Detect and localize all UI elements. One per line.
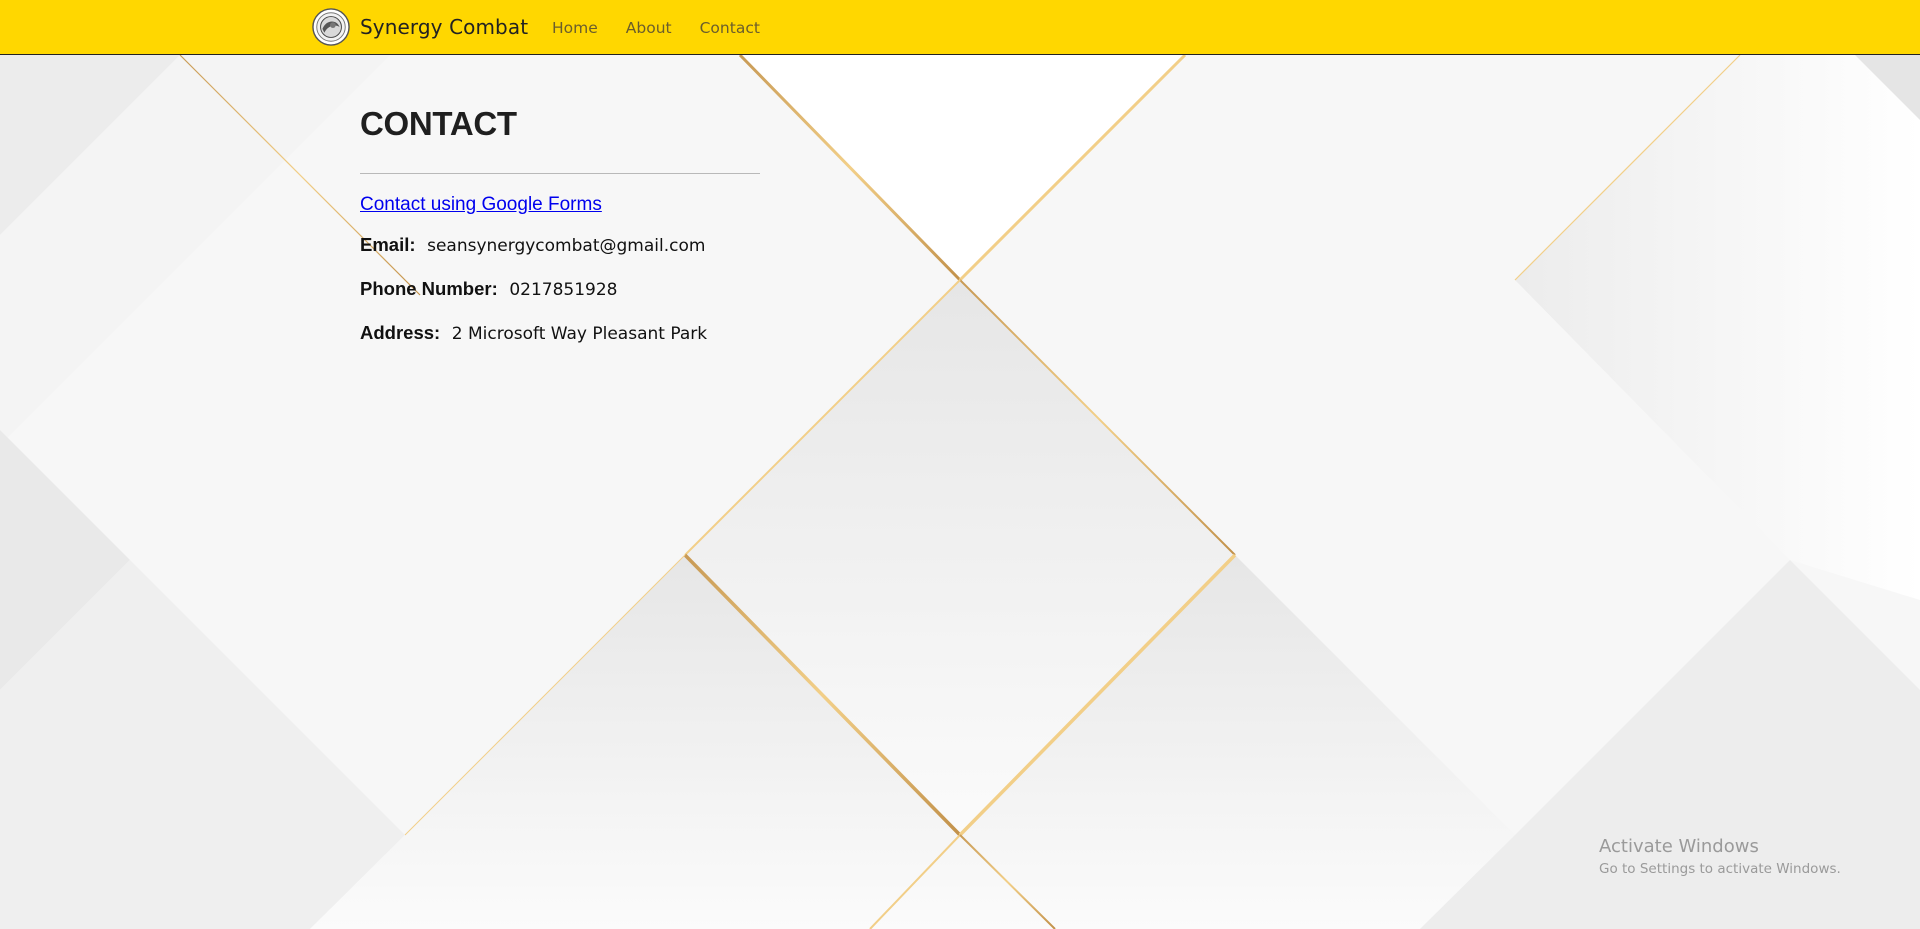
phone-value: 0217851928 [509, 280, 618, 300]
brand-link[interactable]: Synergy Combat [312, 7, 528, 47]
google-forms-link[interactable]: Contact using Google Forms [360, 194, 602, 216]
navbar: Synergy Combat Home About Contact [0, 0, 1920, 55]
page: Synergy Combat Home About Contact CONTAC… [0, 0, 1920, 929]
email-value: seansynergycombat@gmail.com [427, 236, 706, 256]
nav-links: Home About Contact [540, 0, 776, 55]
address-value: 2 Microsoft Way Pleasant Park [451, 324, 708, 344]
email-label: Email: [360, 234, 416, 255]
activate-windows-watermark: Activate Windows Go to Settings to activ… [1599, 836, 1841, 877]
watermark-title: Activate Windows [1599, 836, 1759, 857]
nav-link-contact[interactable]: Contact [688, 19, 772, 37]
watermark-subtitle: Go to Settings to activate Windows. [1599, 861, 1841, 877]
nav-link-about[interactable]: About [614, 19, 684, 37]
email-row: Email: seansynergycombat@gmail.com [360, 234, 760, 256]
logo-icon [312, 8, 350, 46]
phone-label: Phone Number: [360, 278, 498, 299]
background-pattern [0, 0, 1920, 929]
phone-row: Phone Number: 0217851928 [360, 278, 760, 300]
nav-link-home[interactable]: Home [540, 19, 610, 37]
address-label: Address: [360, 322, 441, 343]
page-title: CONTACT [360, 105, 517, 142]
address-row: Address: 2 Microsoft Way Pleasant Park [360, 322, 760, 344]
divider [360, 173, 760, 174]
contact-section: CONTACT Contact using Google Forms Email… [360, 105, 760, 366]
brand-name: Synergy Combat [360, 15, 529, 39]
